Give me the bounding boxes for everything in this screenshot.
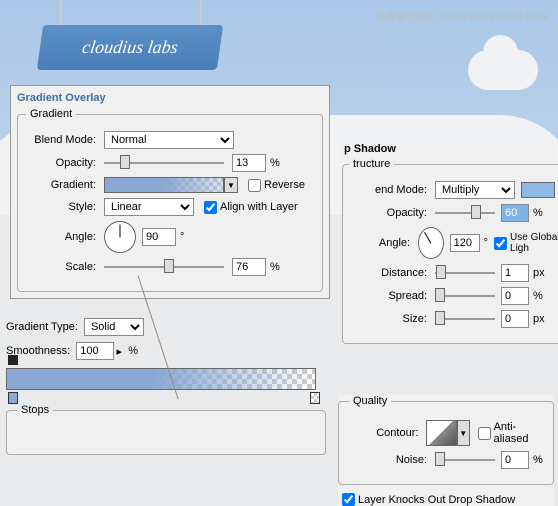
noise-label: Noise:	[349, 454, 427, 466]
watermark: 思缘设计论坛 WWW.MISSYUAN.COM	[376, 8, 548, 23]
opacity-label: Opacity:	[349, 207, 427, 219]
deg-unit: °	[180, 231, 184, 243]
smoothness-input[interactable]	[76, 342, 114, 360]
gradient-fieldset: Gradient Blend Mode: Normal Opacity: % G…	[17, 108, 323, 292]
angle-dial[interactable]	[104, 221, 136, 253]
contour-label: Contour:	[349, 427, 418, 439]
gradient-bar[interactable]	[6, 368, 316, 390]
contour-dropdown-icon[interactable]: ▼	[457, 420, 470, 446]
watermark-sub: WWW.MISSYUAN.COM	[439, 12, 548, 23]
fieldset-legend: tructure	[349, 158, 394, 170]
global-light-label[interactable]: Use Global Ligh	[494, 232, 558, 254]
reverse-checkbox-label[interactable]: Reverse	[248, 179, 305, 192]
opacity-slider[interactable]	[104, 154, 224, 172]
ds-angle-input[interactable]	[450, 234, 480, 252]
blend-mode-select[interactable]: Normal	[104, 131, 234, 149]
ds-opacity-input[interactable]	[501, 204, 529, 222]
pct-unit: %	[533, 454, 543, 466]
logo-sign: cloudius labs	[37, 25, 223, 70]
opacity-label: Opacity:	[26, 157, 96, 169]
scale-input[interactable]	[232, 258, 266, 276]
color-stop[interactable]	[8, 392, 18, 404]
panel-title: Gradient Overlay	[17, 92, 323, 104]
contour-preview[interactable]	[426, 420, 456, 446]
angle-label: Angle:	[349, 237, 410, 249]
quality-fieldset: Quality Contour: ▼ Anti-aliased Noise: %	[338, 395, 554, 485]
deg-unit: °	[484, 237, 488, 249]
fieldset-legend: Gradient	[26, 108, 76, 120]
gradient-overlay-panel: Gradient Overlay Gradient Blend Mode: No…	[10, 85, 330, 299]
scale-slider[interactable]	[104, 258, 224, 276]
opacity-stop[interactable]	[8, 355, 18, 365]
gradient-dropdown-icon[interactable]: ▼	[224, 177, 238, 193]
ds-angle-dial[interactable]	[418, 227, 444, 259]
gradient-type-select[interactable]: Solid	[84, 318, 144, 336]
watermark-main: 思缘设计论坛	[376, 12, 436, 23]
gradient-type-label: Gradient Type:	[6, 321, 78, 333]
angle-input[interactable]	[142, 228, 176, 246]
gradient-editor-panel: Gradient Type: Solid Smoothness: ▸ % Sto…	[6, 313, 326, 455]
color-stop[interactable]	[310, 392, 320, 404]
pct-unit: %	[270, 157, 280, 169]
style-label: Style:	[26, 201, 96, 213]
px-unit: px	[533, 267, 545, 279]
noise-input[interactable]	[501, 451, 529, 469]
align-checkbox-label[interactable]: Align with Layer	[204, 201, 298, 214]
global-light-checkbox[interactable]	[494, 237, 507, 250]
gradient-label: Gradient:	[26, 179, 96, 191]
anti-aliased-label[interactable]: Anti-aliased	[478, 421, 543, 445]
size-label: Size:	[349, 313, 427, 325]
sign-rope	[200, 0, 202, 27]
stops-fieldset: Stops	[6, 404, 326, 455]
panel-title: p Shadow	[342, 143, 554, 155]
blend-mode-label: Blend Mode:	[26, 134, 96, 146]
size-input[interactable]	[501, 310, 529, 328]
align-checkbox[interactable]	[204, 201, 217, 214]
shadow-color-swatch[interactable]	[521, 182, 555, 198]
pct-unit: %	[533, 290, 543, 302]
scale-label: Scale:	[26, 261, 96, 273]
noise-slider[interactable]	[435, 451, 495, 469]
quality-panel: Quality Contour: ▼ Anti-aliased Noise: %…	[338, 395, 554, 506]
pct-unit: %	[128, 345, 138, 357]
structure-fieldset: tructure end Mode: Multiply Opacity: % A…	[342, 158, 558, 344]
pct-unit: %	[533, 207, 543, 219]
quality-legend: Quality	[349, 395, 391, 407]
blend-mode-label: end Mode:	[349, 184, 427, 196]
px-unit: px	[533, 313, 545, 325]
style-select[interactable]: Linear	[104, 198, 194, 216]
distance-input[interactable]	[501, 264, 529, 282]
pct-unit: %	[270, 261, 280, 273]
spread-input[interactable]	[501, 287, 529, 305]
size-slider[interactable]	[435, 310, 495, 328]
angle-label: Angle:	[26, 231, 96, 243]
opacity-input[interactable]	[232, 154, 266, 172]
reverse-checkbox[interactable]	[248, 179, 261, 192]
distance-label: Distance:	[349, 267, 427, 279]
distance-slider[interactable]	[435, 264, 495, 282]
drop-shadow-panel: p Shadow tructure end Mode: Multiply Opa…	[342, 143, 554, 344]
cloud-decoration	[468, 50, 538, 90]
sign-rope	[60, 0, 62, 27]
gradient-preview[interactable]	[104, 177, 224, 193]
spread-label: Spread:	[349, 290, 427, 302]
spread-slider[interactable]	[435, 287, 495, 305]
stops-legend: Stops	[17, 404, 53, 416]
ds-opacity-slider[interactable]	[435, 204, 495, 222]
dropdown-icon[interactable]: ▸	[114, 345, 124, 358]
ds-blend-mode-select[interactable]: Multiply	[435, 181, 515, 199]
anti-aliased-checkbox[interactable]	[478, 427, 491, 440]
